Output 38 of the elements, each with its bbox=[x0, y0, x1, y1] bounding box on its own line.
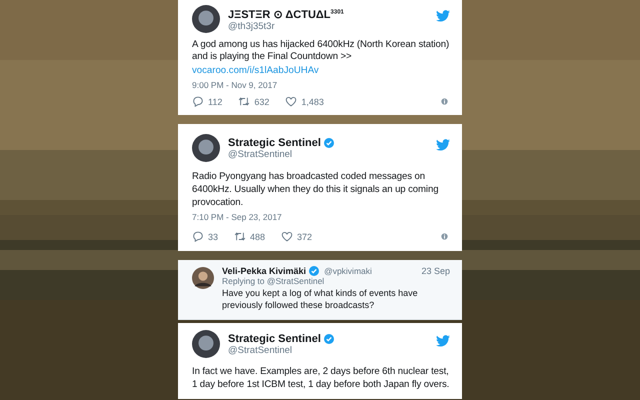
bird-icon[interactable] bbox=[436, 139, 450, 151]
user-name[interactable]: Strategic Sentinel bbox=[228, 137, 321, 149]
bird-icon[interactable] bbox=[436, 10, 450, 22]
tweet-time[interactable]: 7:10 PM - Sep 23, 2017 bbox=[192, 212, 282, 222]
tweet-text: A god among us has hijacked 6400kHz (North Korean station) and is playing the Final Countdown >> bbox=[192, 39, 450, 63]
retweet-icon[interactable] bbox=[238, 96, 250, 107]
user-handle[interactable]: @StratSentinel bbox=[228, 345, 428, 356]
reply-icon[interactable] bbox=[192, 96, 204, 107]
retweet-icon[interactable] bbox=[234, 231, 246, 242]
heart-icon[interactable] bbox=[281, 231, 294, 242]
like-count: 1,483 bbox=[301, 96, 324, 106]
user-name[interactable]: JΞSTΞR ⊙ ΔCTUΔL$^{3301}$ bbox=[228, 8, 344, 21]
user-handle[interactable]: @StratSentinel bbox=[228, 149, 428, 160]
user-name[interactable]: Veli-Pekka Kivimäki bbox=[222, 266, 306, 276]
user-name[interactable]: Strategic Sentinel bbox=[228, 333, 321, 345]
tweet-link[interactable]: vocaroo.com/i/s1lAabJoUHAv bbox=[192, 65, 319, 77]
avatar-icon[interactable] bbox=[192, 5, 220, 33]
user-handle[interactable]: @th3j35t3r bbox=[228, 21, 428, 32]
info-icon[interactable] bbox=[441, 98, 448, 105]
user-handle[interactable]: @vpkivimaki bbox=[324, 266, 372, 276]
bird-icon[interactable] bbox=[436, 335, 450, 347]
like-count: 372 bbox=[297, 232, 312, 242]
info-icon[interactable] bbox=[441, 233, 448, 240]
tweet-time[interactable]: 9:00 PM - Nov 9, 2017 bbox=[192, 80, 278, 90]
reply-text: Have you kept a log of what kinds of events have previously followed these broadcasts? bbox=[222, 287, 419, 311]
avatar-icon[interactable] bbox=[192, 330, 220, 358]
retweet-count: 488 bbox=[250, 232, 266, 242]
avatar-icon[interactable] bbox=[192, 134, 220, 162]
reply-count: 112 bbox=[208, 96, 222, 106]
retweet-count: 632 bbox=[254, 96, 270, 106]
tweet-text: In fact we have. Examples are, 2 days before 6th nuclear test, 1 day before 1st ICBM test, 1 day before both Japan fly overs. bbox=[192, 365, 450, 391]
replying-to[interactable]: Replying to @StratSentinel bbox=[222, 276, 324, 286]
tweet-text: Radio Pyongyang has broadcasted coded messages on 6400kHz. Usually when they do this it signals an up coming provocation. bbox=[192, 170, 440, 209]
reply-date[interactable]: 23 Sep bbox=[421, 266, 450, 276]
heart-icon[interactable] bbox=[285, 96, 298, 107]
reply-icon[interactable] bbox=[192, 231, 204, 242]
avatar-icon[interactable] bbox=[192, 267, 214, 289]
reply-count: 33 bbox=[208, 232, 218, 242]
